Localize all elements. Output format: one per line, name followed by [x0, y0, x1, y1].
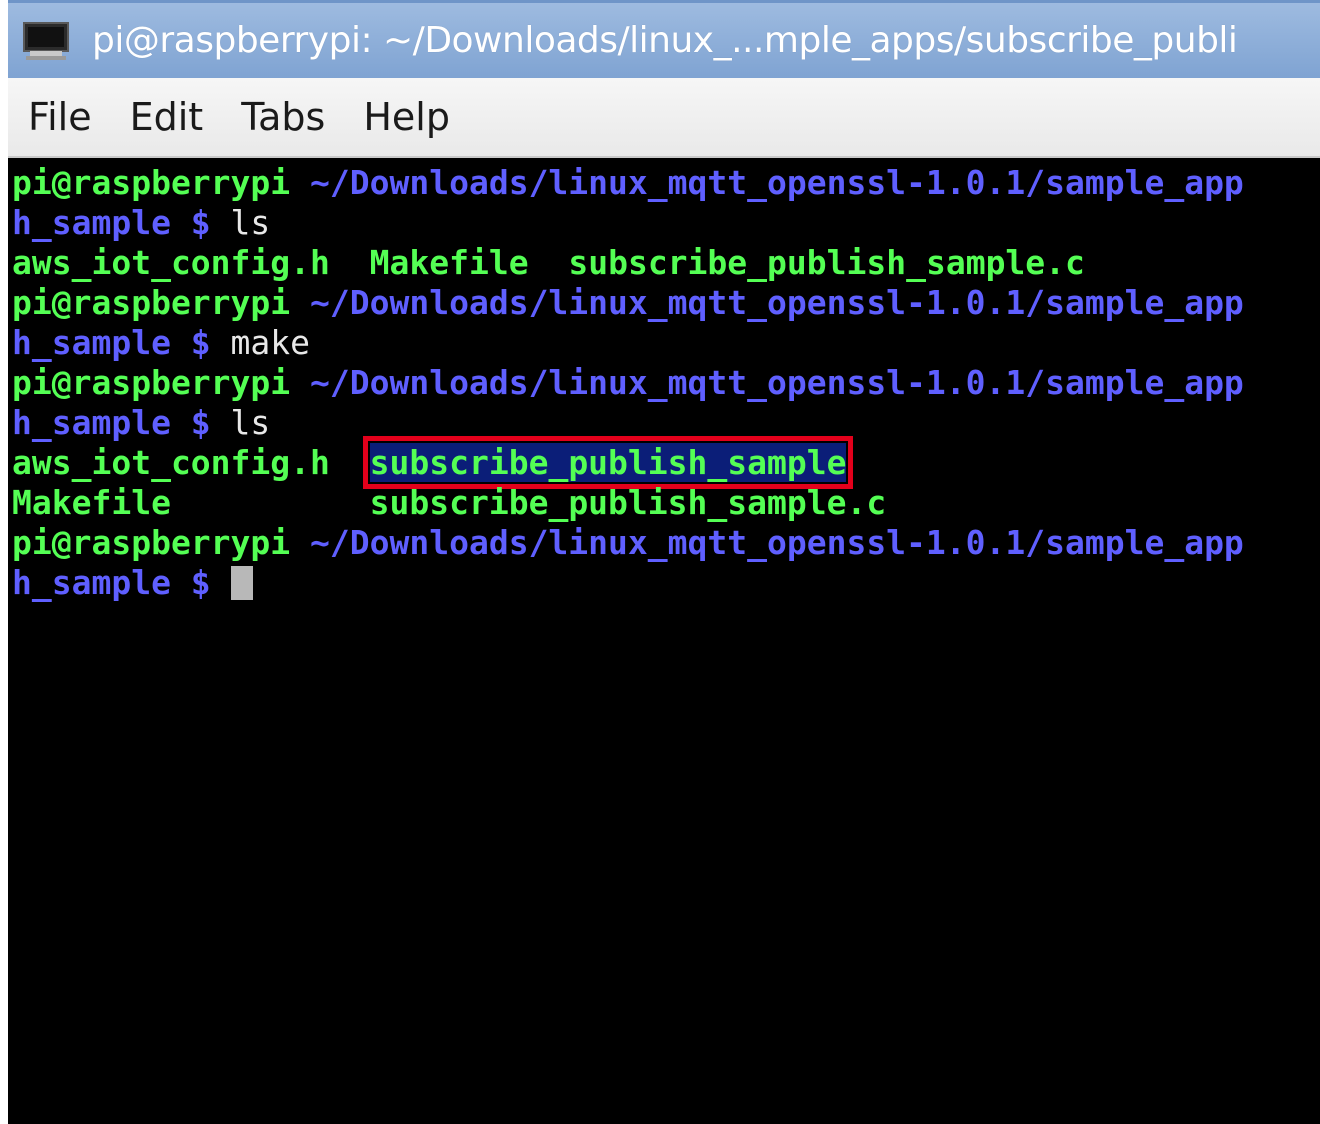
prompt-continuation: h_sample $ — [12, 563, 231, 602]
prompt-continuation: h_sample $ — [12, 403, 231, 442]
menu-tabs[interactable]: Tabs — [222, 95, 344, 139]
prompt-user: pi@raspberrypi — [12, 283, 291, 322]
terminal-output[interactable]: pi@raspberrypi ~/Downloads/linux_mqtt_op… — [8, 158, 1320, 1124]
highlighted-executable: subscribe_publish_sample — [362, 436, 854, 489]
file-name: aws_iot_config.h — [12, 443, 330, 482]
terminal-line: pi@raspberrypi ~/Downloads/linux_mqtt_op… — [12, 163, 1244, 203]
file-name: subscribe_publish_sample.c — [568, 243, 1085, 282]
menu-bar: File Edit Tabs Help — [8, 78, 1320, 158]
file-name: Makefile — [369, 243, 529, 282]
command-text: ls — [230, 203, 271, 242]
prompt-path: ~/Downloads/linux_mqtt_openssl-1.0.1/sam… — [290, 163, 1244, 202]
terminal-line: aws_iot_config.h subscribe_publish_sampl… — [12, 436, 854, 489]
terminal-line: h_sample $ ls — [12, 203, 270, 243]
prompt-path: ~/Downloads/linux_mqtt_openssl-1.0.1/sam… — [290, 283, 1244, 322]
window-title: pi@raspberrypi: ~/Downloads/linux_...mpl… — [92, 20, 1238, 61]
terminal-window: pi@raspberrypi: ~/Downloads/linux_...mpl… — [8, 0, 1320, 1124]
prompt-path: ~/Downloads/linux_mqtt_openssl-1.0.1/sam… — [290, 523, 1244, 562]
terminal-line: pi@raspberrypi ~/Downloads/linux_mqtt_op… — [12, 283, 1244, 323]
terminal-icon — [23, 21, 69, 60]
terminal-line: Makefile subscribe_publish_sample.c — [12, 483, 886, 523]
menu-help[interactable]: Help — [344, 95, 469, 139]
terminal-line: h_sample $ ls — [12, 403, 270, 443]
file-name: aws_iot_config.h — [12, 243, 330, 282]
file-name: subscribe_publish_sample.c — [369, 483, 887, 522]
prompt-path: ~/Downloads/linux_mqtt_openssl-1.0.1/sam… — [290, 363, 1244, 402]
menu-edit[interactable]: Edit — [111, 95, 223, 139]
menu-file[interactable]: File — [8, 95, 111, 139]
prompt-user: pi@raspberrypi — [12, 163, 291, 202]
prompt-user: pi@raspberrypi — [12, 363, 291, 402]
file-name: Makefile — [12, 483, 171, 522]
command-text: make — [230, 323, 311, 362]
text-cursor — [230, 565, 253, 600]
terminal-line: pi@raspberrypi ~/Downloads/linux_mqtt_op… — [12, 363, 1244, 403]
prompt-user: pi@raspberrypi — [12, 523, 291, 562]
title-bar[interactable]: pi@raspberrypi: ~/Downloads/linux_...mpl… — [8, 0, 1320, 78]
command-text: ls — [230, 403, 271, 442]
prompt-continuation: h_sample $ — [12, 323, 231, 362]
terminal-line: h_sample $ make — [12, 323, 310, 363]
terminal-line: pi@raspberrypi ~/Downloads/linux_mqtt_op… — [12, 523, 1244, 563]
terminal-line: aws_iot_config.h Makefile subscribe_publ… — [12, 243, 1085, 283]
prompt-continuation: h_sample $ — [12, 203, 231, 242]
terminal-line: h_sample $ — [12, 563, 253, 603]
